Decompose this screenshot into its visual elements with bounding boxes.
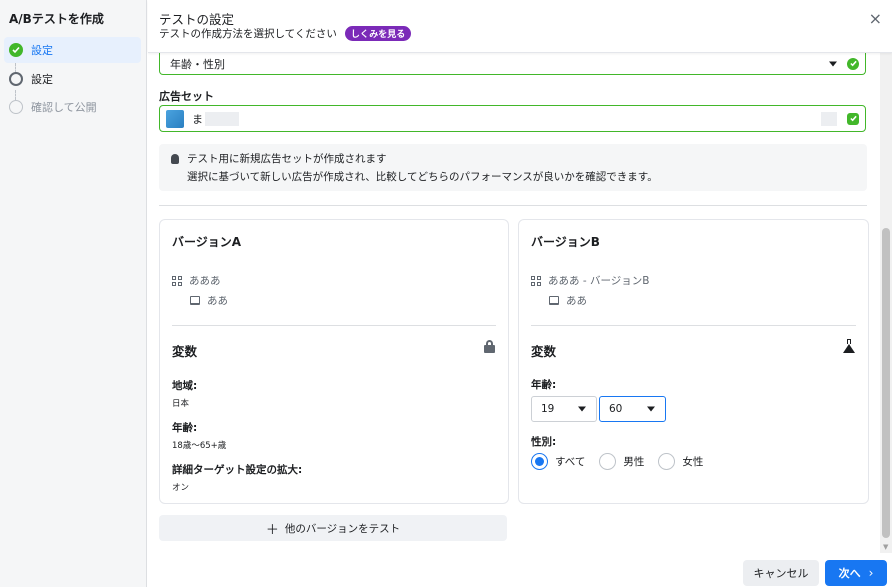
check-circle-icon (847, 112, 859, 125)
flask-icon (843, 339, 855, 353)
radio-all[interactable] (531, 453, 548, 470)
gender-label: 性別: (531, 436, 557, 448)
gender-radio-group: すべて 男性 女性 (531, 453, 717, 470)
info-line-1: テスト用に新規広告セットが作成されます (187, 153, 387, 165)
age-min-value: 19 (541, 403, 555, 415)
age-value: 18歳〜65+歳 (172, 441, 227, 451)
add-version-button[interactable]: ＋ 他のバージョンをテスト (159, 515, 507, 541)
footer: キャンセル 次へ › (148, 553, 892, 587)
caret-down-icon (647, 406, 655, 412)
header: テストの設定 テストの作成方法を選択してください しくみを見る × (148, 0, 892, 53)
campaign-row: あああ (172, 273, 221, 288)
version-a-title: バージョンA (172, 235, 242, 249)
chevron-right-icon: › (868, 566, 874, 580)
campaign-row: あああ - バージョンB (531, 273, 649, 288)
card-divider (172, 325, 496, 326)
info-box: テスト用に新規広告セットが作成されます 選択に基づいて新しい広告が作成され、比較… (159, 144, 867, 191)
age-max-select[interactable]: 60 (599, 396, 666, 422)
variable-select[interactable]: 年齢・性別 (159, 53, 866, 75)
radio-label-female: 女性 (682, 456, 704, 468)
version-b-card: バージョンB あああ - バージョンB ああ 変数 年齢: 19 60 性別: … (518, 219, 869, 504)
adset-name: ま (192, 112, 203, 126)
campaign-name: あああ - バージョンB (548, 275, 650, 287)
caret-down-icon (829, 61, 837, 66)
campaign-grid-icon (172, 275, 182, 286)
step-label: 設定 (31, 44, 53, 57)
step-settings-2[interactable]: 設定 (4, 66, 141, 92)
step-settings-1[interactable]: 設定 (4, 37, 141, 63)
main-content: 年齢・性別 広告セット ま テスト用に新規広告セットが作成されます 選択に基づい… (148, 53, 880, 553)
age-min-select[interactable]: 19 (531, 396, 597, 422)
info-line-2: 選択に基づいて新しい広告が作成され、比較してどちらのパフォーマンスが良いかを確認… (187, 171, 658, 183)
close-icon[interactable]: × (869, 9, 882, 28)
ad-row: ああ (549, 293, 587, 308)
lock-icon (484, 340, 495, 353)
subtitle-text: テストの作成方法を選択してください (159, 28, 337, 40)
ad-name: ああ (207, 295, 228, 307)
divider (159, 205, 867, 206)
adset-label: 広告セット (159, 90, 214, 103)
campaign-grid-icon (531, 275, 541, 286)
scrollbar[interactable]: ▼ (880, 53, 892, 553)
empty-circle-icon (9, 72, 23, 86)
how-it-works-badge[interactable]: しくみを見る (344, 26, 412, 41)
adset-thumbnail (166, 109, 184, 128)
step-label: 設定 (31, 73, 53, 86)
card-divider (531, 325, 856, 326)
caret-down-icon (578, 406, 586, 412)
region-value: 日本 (172, 399, 190, 409)
check-circle-icon (847, 57, 859, 70)
age-label: 年齢: (531, 379, 557, 391)
detail-targeting-value: オン (172, 483, 190, 493)
version-a-card: バージョンA あああ ああ 変数 地域: 日本 年齢: 18歳〜65+歳 詳細タ… (159, 219, 509, 504)
page-subtitle: テストの作成方法を選択してください しくみを見る (159, 26, 412, 41)
sidebar: A/Bテストを作成 設定 設定 確認して公開 (0, 0, 147, 587)
radio-label-all: すべて (555, 456, 586, 468)
radio-female[interactable] (658, 453, 676, 470)
ad-icon (549, 296, 559, 305)
version-b-title: バージョンB (531, 235, 600, 249)
step-label: 確認して公開 (31, 101, 97, 114)
region-label: 地域: (172, 380, 198, 392)
campaign-name: あああ (189, 275, 221, 287)
next-button[interactable]: 次へ › (825, 560, 887, 586)
lightbulb-icon (171, 153, 179, 164)
radio-label-male: 男性 (623, 456, 645, 468)
adset-field[interactable]: ま (159, 105, 866, 132)
ad-row: ああ (190, 293, 228, 308)
ad-name: ああ (566, 295, 587, 307)
variables-title: 変数 (172, 344, 198, 359)
detail-targeting-label: 詳細ターゲット設定の拡大: (172, 464, 303, 476)
redacted-text (205, 111, 239, 126)
scroll-down-arrow-icon[interactable]: ▼ (883, 543, 888, 551)
ad-icon (190, 296, 200, 305)
plus-icon: ＋ (265, 522, 279, 538)
variable-select-value: 年齢・性別 (170, 57, 225, 71)
sidebar-title: A/Bテストを作成 (9, 12, 104, 26)
add-version-label: 他のバージョンをテスト (284, 522, 401, 535)
radio-male[interactable] (599, 453, 617, 470)
step-review-publish[interactable]: 確認して公開 (4, 94, 141, 120)
age-max-value: 60 (609, 403, 623, 415)
cancel-button[interactable]: キャンセル (743, 560, 819, 586)
check-circle-icon (9, 43, 23, 57)
next-label: 次へ (838, 567, 861, 580)
empty-circle-icon (9, 100, 23, 114)
age-label: 年齢: (172, 422, 198, 434)
variables-title: 変数 (531, 344, 557, 359)
redacted-text (821, 112, 837, 126)
scroll-thumb[interactable] (882, 228, 890, 538)
